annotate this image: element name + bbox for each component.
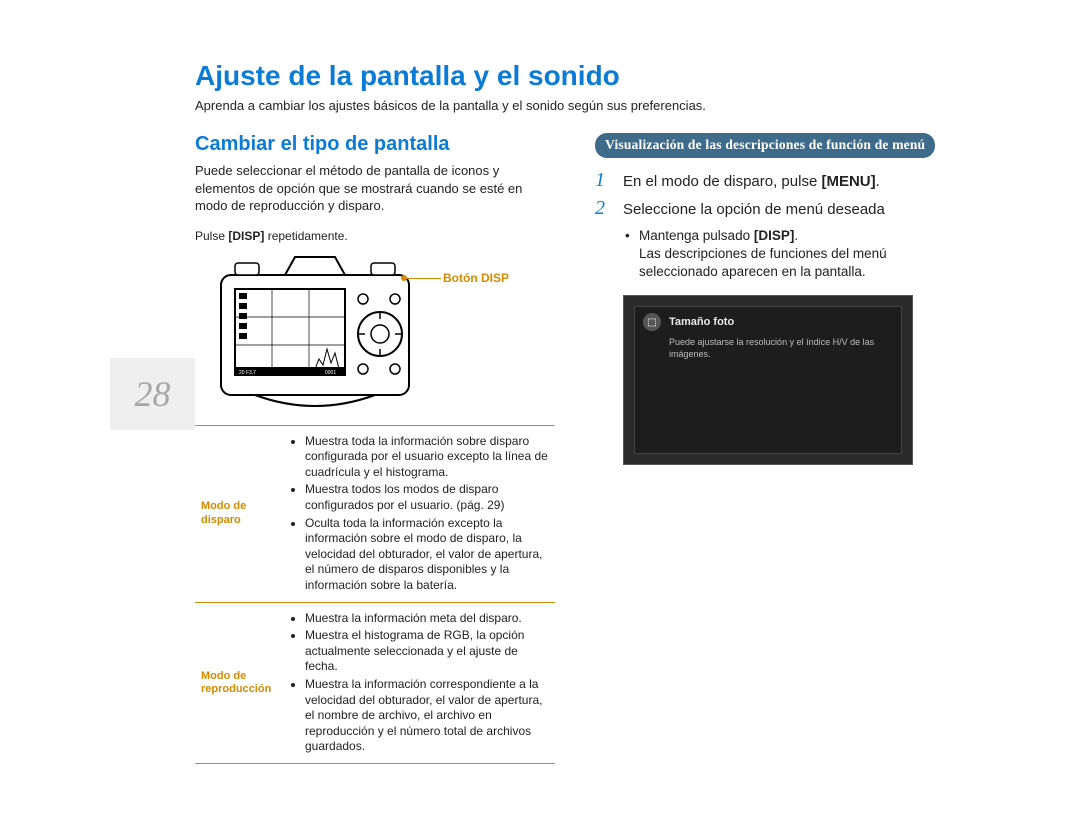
- preview-title: Tamaño foto: [669, 316, 734, 328]
- disp-button-label: Botón DISP: [443, 271, 509, 285]
- section-paragraph: Puede seleccionar el método de pantalla …: [195, 162, 555, 215]
- camera-svg: 20 F3.7 0001: [195, 249, 435, 419]
- shooting-mode-list: Muestra toda la información sobre dispar…: [291, 434, 549, 594]
- list-item: Muestra la información meta del disparo.: [305, 611, 549, 627]
- right-column: Visualización de las descripciones de fu…: [595, 133, 955, 764]
- svg-text:20 F3.7: 20 F3.7: [239, 370, 256, 376]
- preview-description: Puede ajustarse la resolución y el índic…: [635, 337, 901, 360]
- list-item: Muestra toda la información sobre dispar…: [305, 434, 549, 481]
- step-text: En el modo de disparo, pulse [MENU].: [623, 170, 880, 192]
- sub-bullet: Mantenga pulsado [DISP]. Las descripcion…: [625, 227, 955, 282]
- list-item: Muestra todos los modos de disparo confi…: [305, 482, 549, 513]
- left-column: Cambiar el tipo de pantalla Puede selecc…: [195, 133, 555, 764]
- photo-size-icon: ⬚: [643, 313, 661, 331]
- step-number: 1: [595, 170, 613, 192]
- pulse-instruction: Pulse [DISP] repetidamente.: [195, 229, 555, 243]
- playback-mode-list: Muestra la información meta del disparo.…: [291, 611, 549, 755]
- page-number-tab: 28: [110, 358, 195, 430]
- list-item: Muestra la información correspondiente a…: [305, 677, 549, 755]
- main-title: Ajuste de la pantalla y el sonido: [195, 60, 965, 92]
- camera-illustration: 20 F3.7 0001: [195, 249, 555, 419]
- page-number: 28: [135, 373, 171, 415]
- preview-titlebar: ⬚ Tamaño foto: [635, 307, 901, 337]
- callout-pill: Visualización de las descripciones de fu…: [595, 133, 935, 158]
- row-head-shooting: Modo de disparo: [195, 425, 285, 602]
- disp-callout-line: [405, 278, 441, 279]
- table-row: Modo de reproducción Muestra la informac…: [195, 602, 555, 763]
- step-text: Seleccione la opción de menú deseada: [623, 198, 885, 220]
- svg-text:0001: 0001: [325, 370, 336, 376]
- table-row: Modo de disparo Muestra toda la informac…: [195, 425, 555, 602]
- step-number: 2: [595, 198, 613, 220]
- display-modes-table: Modo de disparo Muestra toda la informac…: [195, 425, 555, 764]
- list-item: Oculta toda la información excepto la in…: [305, 516, 549, 594]
- step-1: 1 En el modo de disparo, pulse [MENU].: [595, 170, 955, 192]
- intro-text: Aprenda a cambiar los ajustes básicos de…: [195, 98, 965, 113]
- step-2: 2 Seleccione la opción de menú deseada: [595, 198, 955, 220]
- page-content: Ajuste de la pantalla y el sonido Aprend…: [195, 60, 965, 764]
- row-head-playback: Modo de reproducción: [195, 602, 285, 763]
- section-title: Cambiar el tipo de pantalla: [195, 133, 555, 156]
- menu-description-preview: ⬚ Tamaño foto Puede ajustarse la resoluc…: [623, 295, 913, 465]
- steps-list: 1 En el modo de disparo, pulse [MENU]. 2…: [595, 170, 955, 221]
- step-sub-bullets: Mantenga pulsado [DISP]. Las descripcion…: [625, 227, 955, 282]
- list-item: Muestra el histograma de RGB, la opción …: [305, 628, 549, 675]
